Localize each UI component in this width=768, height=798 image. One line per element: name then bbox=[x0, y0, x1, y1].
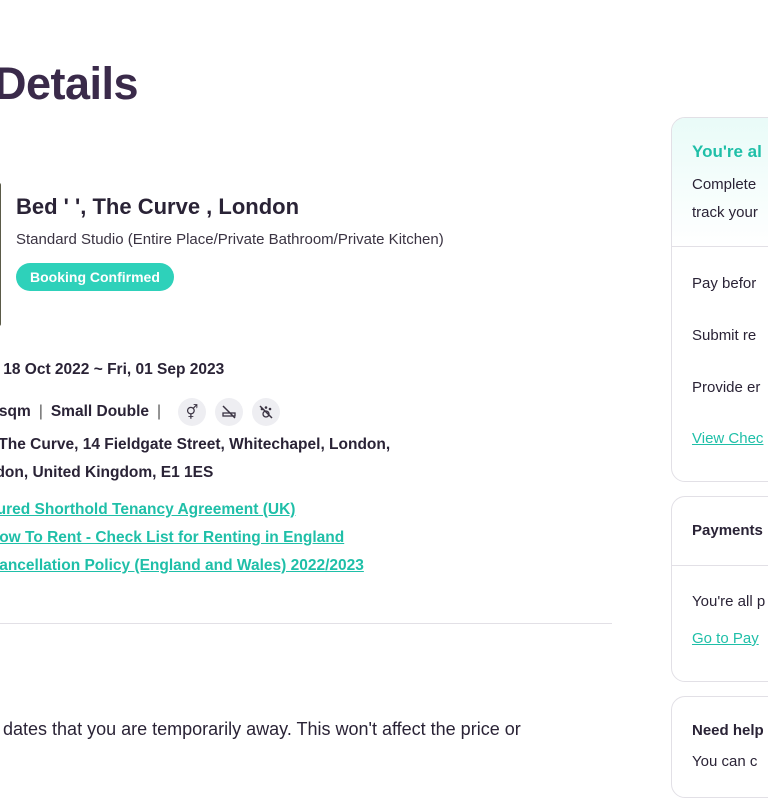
property-thumbnail[interactable] bbox=[0, 183, 1, 326]
payments-status-text: You're all p bbox=[692, 593, 766, 610]
status-card-text: Complete bbox=[692, 176, 757, 193]
checklist-item[interactable]: Provide er bbox=[692, 379, 760, 396]
booking-status-card: You're al Complete track your Pay befor … bbox=[671, 117, 768, 482]
address-line-1: ', The Curve, 14 Fieldgate Street, White… bbox=[0, 436, 391, 453]
room-specs: 8 sqm | Small Double | ⚥ bbox=[0, 398, 281, 426]
how-to-rent-link[interactable]: How To Rent - Check List for Renting in … bbox=[0, 529, 344, 547]
help-text: You can c bbox=[692, 753, 758, 770]
checklist-item[interactable]: Submit re bbox=[692, 327, 756, 344]
gender-mixed-icon[interactable]: ⚥ bbox=[178, 398, 207, 426]
payments-heading: Payments bbox=[692, 522, 763, 539]
room-type: Standard Studio (Entire Place/Private Ba… bbox=[16, 231, 444, 248]
cancellation-policy-link[interactable]: Cancellation Policy (England and Wales) … bbox=[0, 557, 364, 575]
divider: | bbox=[157, 403, 162, 420]
payments-card: Payments You're all p Go to Pay bbox=[671, 496, 768, 682]
no-pets-icon[interactable] bbox=[252, 398, 281, 426]
tenancy-dates: e, 18 Oct 2022 ~ Fri, 01 Sep 2023 bbox=[0, 361, 225, 378]
tenancy-agreement-link[interactable]: sured Shorthold Tenancy Agreement (UK) bbox=[0, 501, 295, 519]
address-line-2: ndon, United Kingdom, E1 1ES bbox=[0, 464, 214, 481]
section-divider bbox=[0, 623, 612, 624]
divider: | bbox=[38, 403, 43, 420]
checklist-item[interactable]: Pay befor bbox=[692, 275, 756, 292]
page-title: Details bbox=[0, 58, 139, 109]
no-smoking-icon[interactable] bbox=[215, 398, 244, 426]
help-card: Need help You can c bbox=[671, 696, 768, 798]
bed-type: Small Double bbox=[50, 403, 150, 420]
view-checklist-link[interactable]: View Chec bbox=[692, 430, 763, 447]
away-dates-description: e dates that you are temporarily away. T… bbox=[0, 719, 521, 739]
divider bbox=[672, 565, 768, 566]
help-heading: Need help bbox=[692, 722, 764, 739]
go-to-payments-link[interactable]: Go to Pay bbox=[692, 630, 759, 647]
status-badge: Booking Confirmed bbox=[16, 263, 174, 291]
status-card-text: track your bbox=[692, 204, 758, 221]
property-title: Bed ' ', The Curve , London bbox=[16, 194, 300, 219]
room-size: 8 sqm bbox=[0, 403, 31, 420]
status-card-heading: You're al bbox=[692, 142, 762, 161]
